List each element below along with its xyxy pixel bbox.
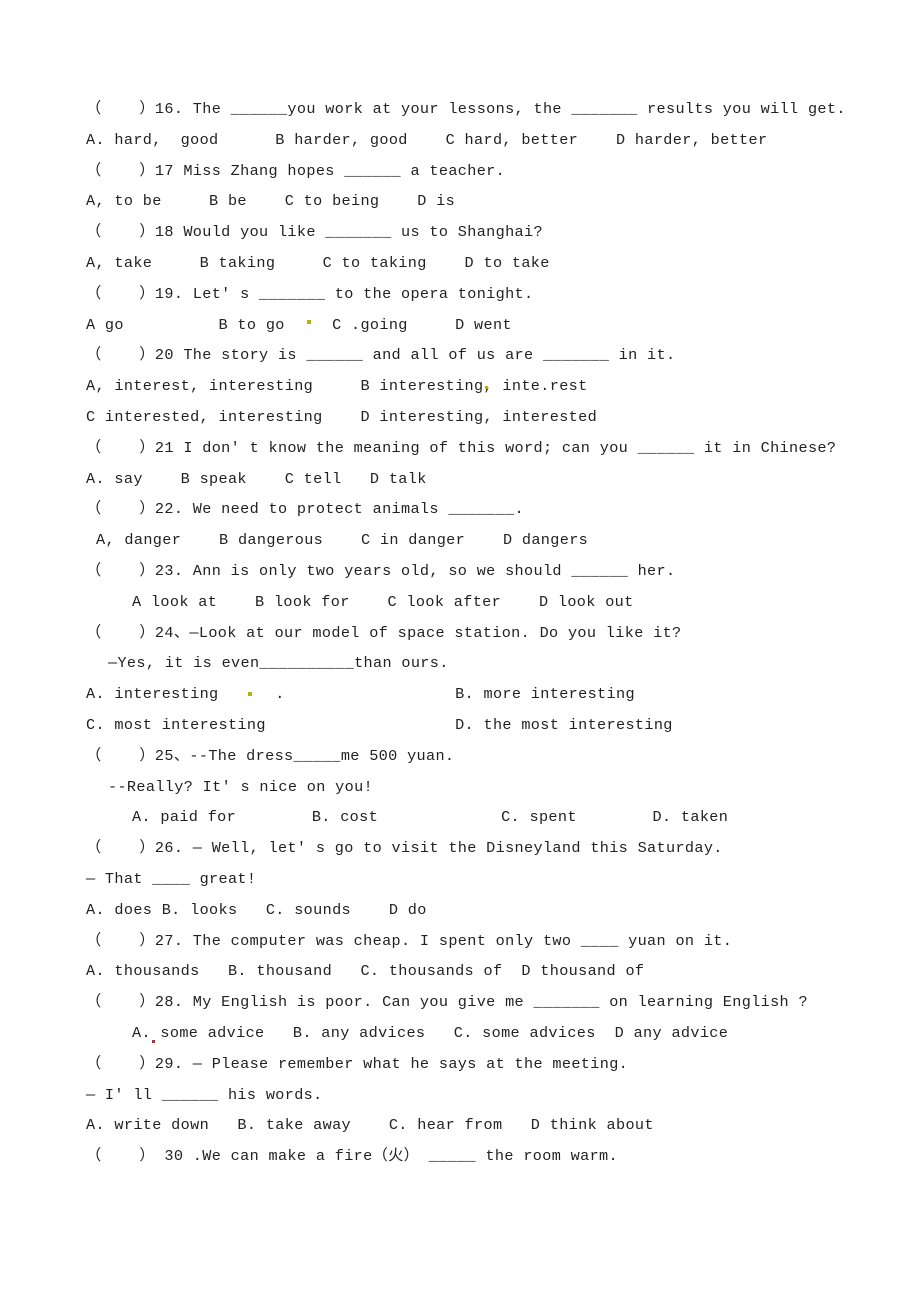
question-line-q23-stem: （ ）23. Ann is only two years old, so we … (86, 561, 676, 580)
question-line-q24-options-ab: A. interesting . B. more interesting (86, 685, 635, 704)
question-line-q26-stem: （ ）26. — Well, let' s go to visit the Di… (86, 839, 723, 858)
question-line-q29-reply: — I' ll ______ his words. (86, 1085, 323, 1104)
question-line-q16-options: A. hard, good B harder, good C hard, bet… (86, 130, 768, 149)
question-line-q29-stem: （ ）29. — Please remember what he says at… (86, 1054, 629, 1073)
question-line-q18-options: A, take B taking C to taking D to take (86, 253, 550, 272)
question-line-q30-stem: （ ） 30 .We can make a fire（火） _____ the … (86, 1147, 618, 1166)
question-line-q23-options: A look at B look for C look after D look… (132, 592, 634, 611)
question-line-q20-options-ab: A, interest, interesting B interesting, … (86, 377, 588, 396)
question-line-q16-stem: （ ）16. The ______you work at your lesson… (86, 100, 846, 118)
question-line-q20-options-cd: C interested, interesting D interesting,… (86, 407, 598, 426)
scan-artifact-speck-q19 (307, 320, 311, 324)
scan-artifact-speck-q20 (485, 386, 488, 389)
question-line-q27-stem: （ ）27. The computer was cheap. I spent o… (86, 931, 733, 950)
exam-worksheet-page: （ ）16. The ______you work at your lesson… (0, 0, 920, 1302)
question-line-q22-stem: （ ）22. We need to protect animals ______… (86, 500, 525, 519)
question-line-q21-options: A. say B speak C tell D talk (86, 469, 427, 488)
scan-artifact-speck-q28 (152, 1040, 155, 1043)
question-line-q25-stem: （ ）25、--The dress_____me 500 yuan. (86, 746, 455, 765)
question-line-q22-options: A, danger B dangerous C in danger D dang… (96, 531, 589, 550)
question-line-q29-options: A. write down B. take away C. hear from … (86, 1116, 654, 1135)
question-line-q17-stem: （ ）17 Miss Zhang hopes ______ a teacher. (86, 161, 506, 180)
question-line-q27-options: A. thousands B. thousand C. thousands of… (86, 962, 645, 981)
question-line-q25-reply: --Really? It' s nice on you! (108, 777, 373, 796)
question-line-q28-stem: （ ）28. My English is poor. Can you give … (86, 993, 808, 1012)
question-line-q19-stem: （ ）19. Let' s _______ to the opera tonig… (86, 284, 534, 303)
question-line-q18-stem: （ ）18 Would you like _______ us to Shang… (86, 223, 543, 242)
question-line-q26-options: A. does B. looks C. sounds D do (86, 900, 427, 919)
question-line-q17-options: A, to be B be C to being D is (86, 192, 456, 211)
question-line-q24-reply: —Yes, it is even__________than ours. (108, 654, 449, 673)
question-line-q28-options: A. some advice B. any advices C. some ad… (132, 1023, 729, 1042)
question-line-q24-options-cd: C. most interesting D. the most interest… (86, 715, 673, 734)
scan-artifact-speck-q24 (248, 692, 252, 696)
question-line-q26-reply: — That ____ great! (86, 869, 257, 888)
question-line-q24-stem: （ ）24、—Look at our model of space statio… (86, 623, 682, 642)
question-line-q20-stem: （ ）20 The story is ______ and all of us … (86, 346, 676, 365)
question-list: （ ）16. The ______you work at your lesson… (86, 94, 876, 1172)
question-line-q19-options: A go B to go C .going D went (86, 315, 512, 334)
question-line-q25-options: A. paid for B. cost C. spent D. taken (132, 808, 729, 827)
question-line-q21-stem: （ ）21 I don' t know the meaning of this … (86, 438, 837, 457)
